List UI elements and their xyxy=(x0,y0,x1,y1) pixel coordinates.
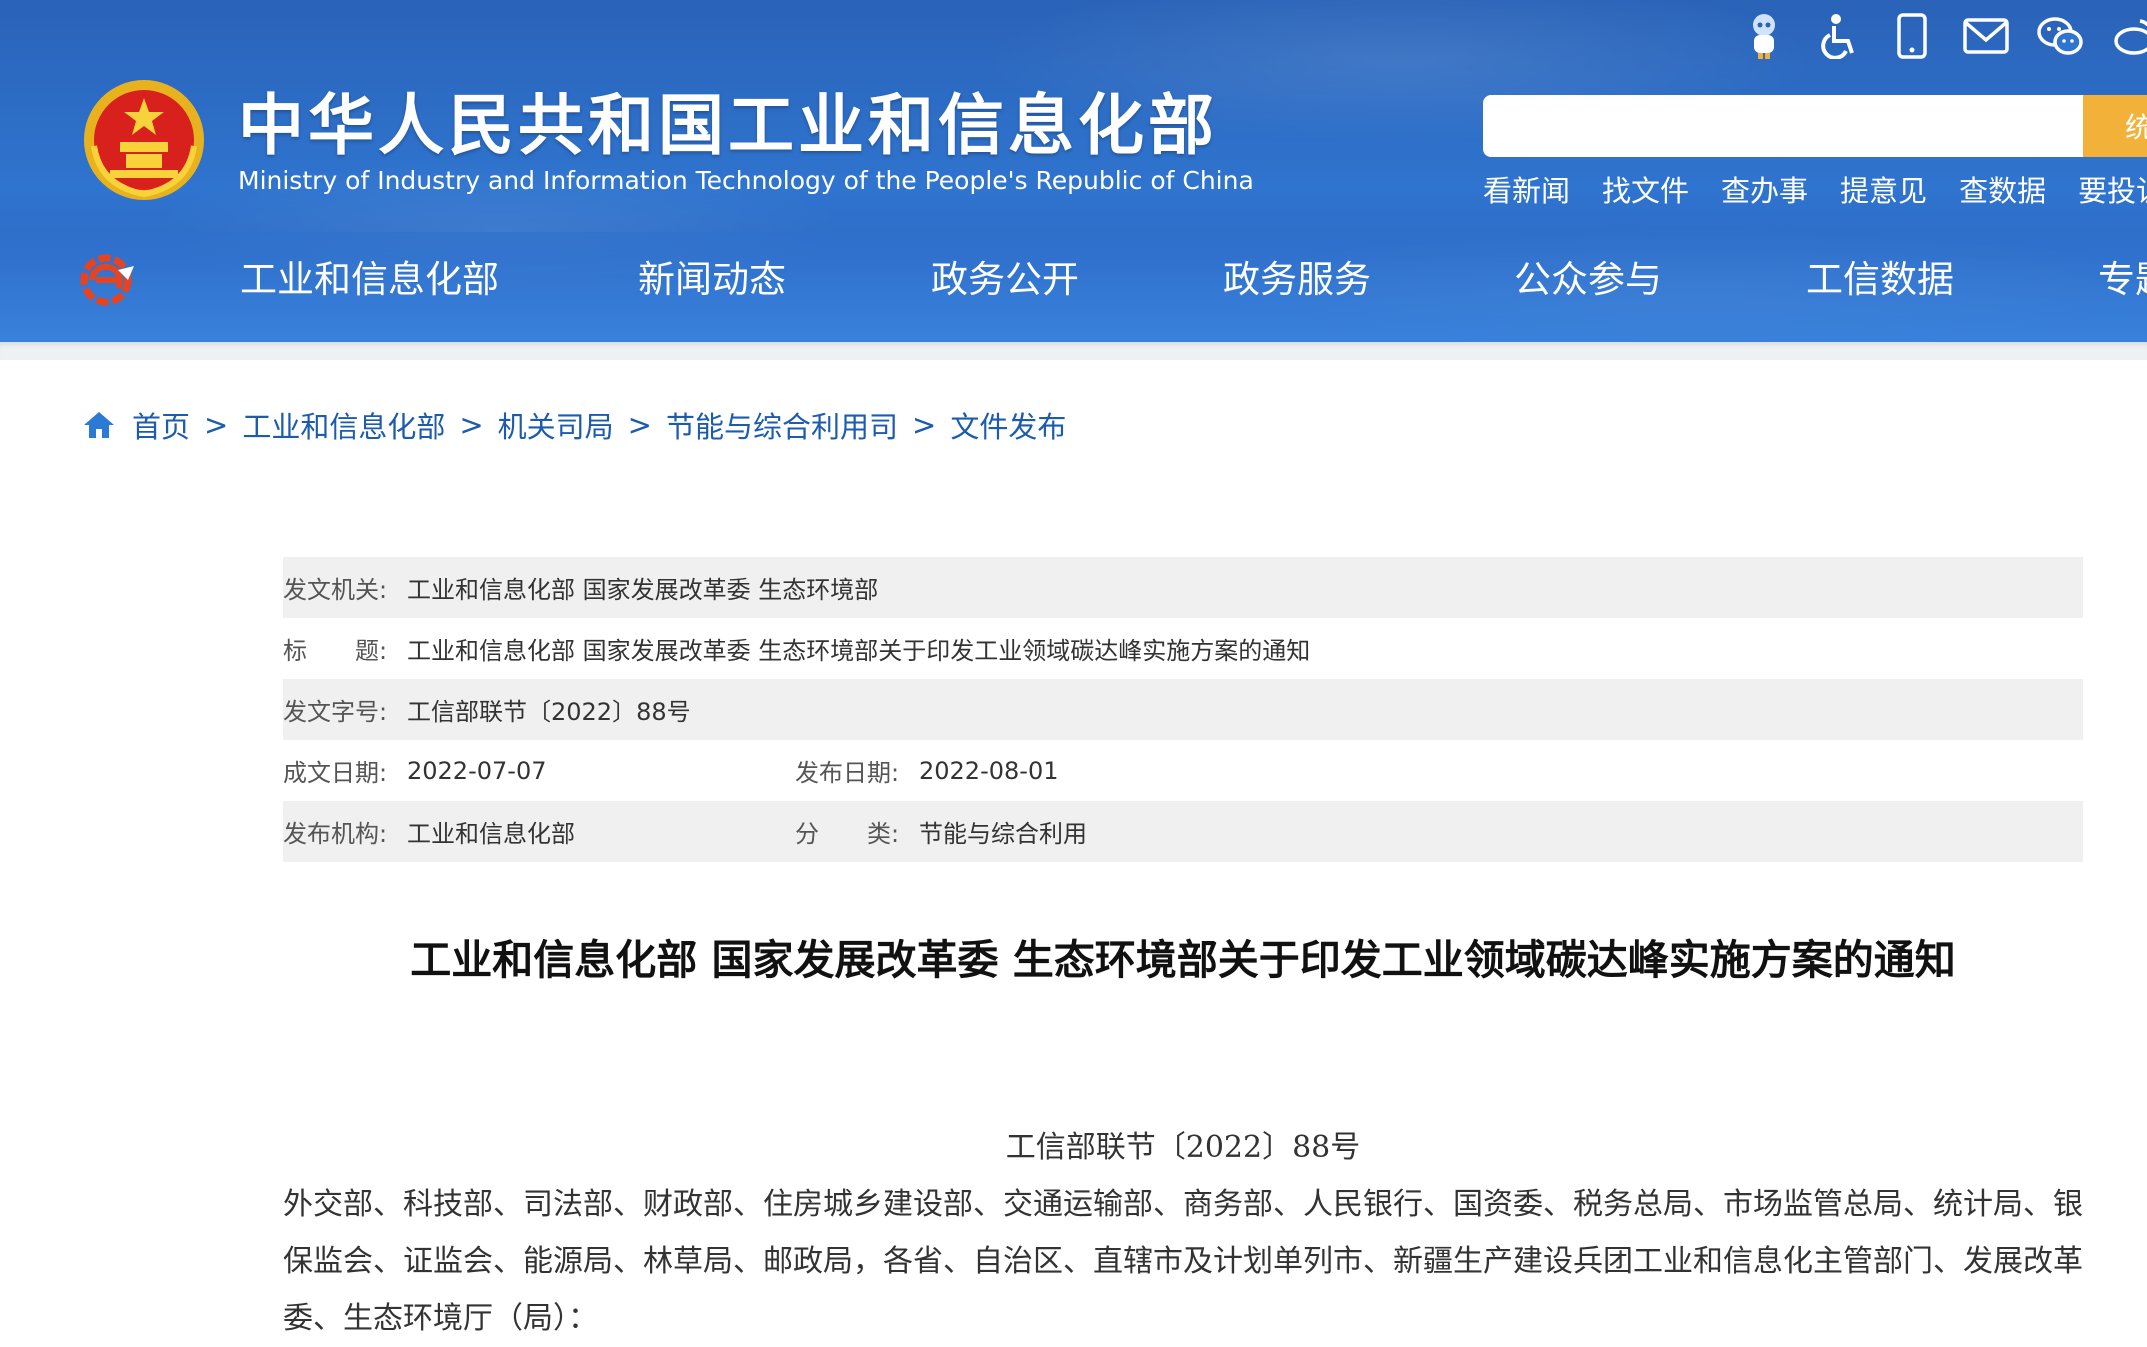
nav-item-news[interactable]: 新闻动态 xyxy=(638,252,786,308)
quick-link-services[interactable]: 查办事 xyxy=(1721,168,1808,210)
meta-row-title: 标 题: 工业和信息化部 国家发展改革委 生态环境部关于印发工业领域碳达峰实施方… xyxy=(283,618,2083,679)
meta-label: 发布日期: xyxy=(795,759,900,787)
meta-doc-number-value: 工信部联节〔2022〕88号 xyxy=(407,698,691,726)
breadcrumb: 首页 > 工业和信息化部 > 机关司局 > 节能与综合利用司 > 文件发布 xyxy=(82,404,1066,446)
wechat-icon[interactable] xyxy=(2036,8,2084,64)
home-icon[interactable] xyxy=(82,410,116,440)
breadcrumb-separator: > xyxy=(459,408,484,442)
miit-logo-icon[interactable] xyxy=(78,252,138,308)
meta-title-value: 工业和信息化部 国家发展改革委 生态环境部关于印发工业领域碳达峰实施方案的通知 xyxy=(407,637,1311,665)
nav-item-industry-data[interactable]: 工信数据 xyxy=(1806,252,1954,308)
breadcrumb-separator: > xyxy=(204,408,229,442)
breadcrumb-miit[interactable]: 工业和信息化部 xyxy=(242,404,445,446)
meta-label: 发文字号: xyxy=(283,698,388,726)
meta-issuer-value: 工业和信息化部 国家发展改革委 生态环境部 xyxy=(407,576,879,604)
site-title[interactable]: 中华人民共和国工业和信息化部 xyxy=(238,86,1218,166)
robot-icon[interactable] xyxy=(1740,8,1788,64)
meta-cell-written-date: 成文日期: 2022-07-07 xyxy=(283,753,795,788)
document-recipients: 外交部、科技部、司法部、财政部、住房城乡建设部、交通运输部、商务部、人民银行、国… xyxy=(283,1187,2083,1336)
meta-label: 标 题: xyxy=(283,637,388,665)
search-button[interactable]: 统 xyxy=(2083,95,2147,157)
site-header: 中华人民共和国工业和信息化部 Ministry of Industry and … xyxy=(0,0,2147,342)
meta-publish-date-value: 2022-08-01 xyxy=(919,756,1059,785)
weibo-icon[interactable] xyxy=(2110,8,2147,64)
meta-row-dates: 成文日期: 2022-07-07 发布日期: 2022-08-01 xyxy=(283,740,2083,801)
quick-link-feedback[interactable]: 提意见 xyxy=(1840,168,1927,210)
meta-row-publisher: 发布机构: 工业和信息化部 分 类: 节能与综合利用 xyxy=(283,801,2083,862)
quick-link-documents[interactable]: 找文件 xyxy=(1602,168,1689,210)
nav-item-miit[interactable]: 工业和信息化部 xyxy=(240,252,499,308)
accessibility-icon[interactable] xyxy=(1814,8,1862,64)
quick-links: 看新闻 找文件 查办事 提意见 查数据 要投诉 xyxy=(1483,168,2147,210)
mail-icon[interactable] xyxy=(1962,8,2010,64)
meta-label: 成文日期: xyxy=(283,759,388,787)
mobile-icon[interactable] xyxy=(1888,8,1936,64)
top-icon-bar xyxy=(1740,8,2147,64)
breadcrumb-departments[interactable]: 机关司局 xyxy=(498,404,614,446)
quick-link-complaints[interactable]: 要投诉 xyxy=(2078,168,2147,210)
nav-item-government-affairs[interactable]: 政务公开 xyxy=(931,252,1079,308)
document-title: 工业和信息化部 国家发展改革委 生态环境部关于印发工业领域碳达峰实施方案的通知 xyxy=(410,936,1956,984)
meta-written-date-value: 2022-07-07 xyxy=(407,756,547,785)
meta-category-value: 节能与综合利用 xyxy=(919,820,1087,848)
meta-row-doc-number: 发文字号: 工信部联节〔2022〕88号 xyxy=(283,679,2083,740)
meta-label: 发布机构: xyxy=(283,820,388,848)
header-shadow-band xyxy=(0,342,2147,360)
breadcrumb-energy-saving-dept[interactable]: 节能与综合利用司 xyxy=(666,404,898,446)
document-metadata-table: 发文机关: 工业和信息化部 国家发展改革委 生态环境部 标 题: 工业和信息化部… xyxy=(283,557,2083,862)
breadcrumb-document-release[interactable]: 文件发布 xyxy=(950,404,1066,446)
site-subtitle: Ministry of Industry and Information Tec… xyxy=(238,166,1254,195)
meta-cell-publisher: 发布机构: 工业和信息化部 xyxy=(283,814,795,849)
meta-label: 发文机关: xyxy=(283,576,388,604)
meta-cell-category: 分 类: 节能与综合利用 xyxy=(795,814,1087,849)
meta-publisher-value: 工业和信息化部 xyxy=(407,820,575,848)
document-number: 工信部联节〔2022〕88号 xyxy=(1005,1130,1361,1165)
nav-item-government-services[interactable]: 政务服务 xyxy=(1223,252,1371,308)
meta-label: 分 类: xyxy=(795,820,900,848)
breadcrumb-separator: > xyxy=(912,408,937,442)
quick-link-news[interactable]: 看新闻 xyxy=(1483,168,1570,210)
breadcrumb-separator: > xyxy=(627,408,652,442)
meta-row-issuer: 发文机关: 工业和信息化部 国家发展改革委 生态环境部 xyxy=(283,557,2083,618)
nav-item-public-participation[interactable]: 公众参与 xyxy=(1514,252,1662,308)
national-emblem-icon[interactable] xyxy=(80,76,208,204)
search-input[interactable] xyxy=(1483,95,2083,157)
quick-link-data[interactable]: 查数据 xyxy=(1959,168,2046,210)
breadcrumb-home[interactable]: 首页 xyxy=(132,404,190,446)
nav-item-topics[interactable]: 专题 xyxy=(2098,252,2147,308)
meta-cell-publish-date: 发布日期: 2022-08-01 xyxy=(795,753,1058,788)
